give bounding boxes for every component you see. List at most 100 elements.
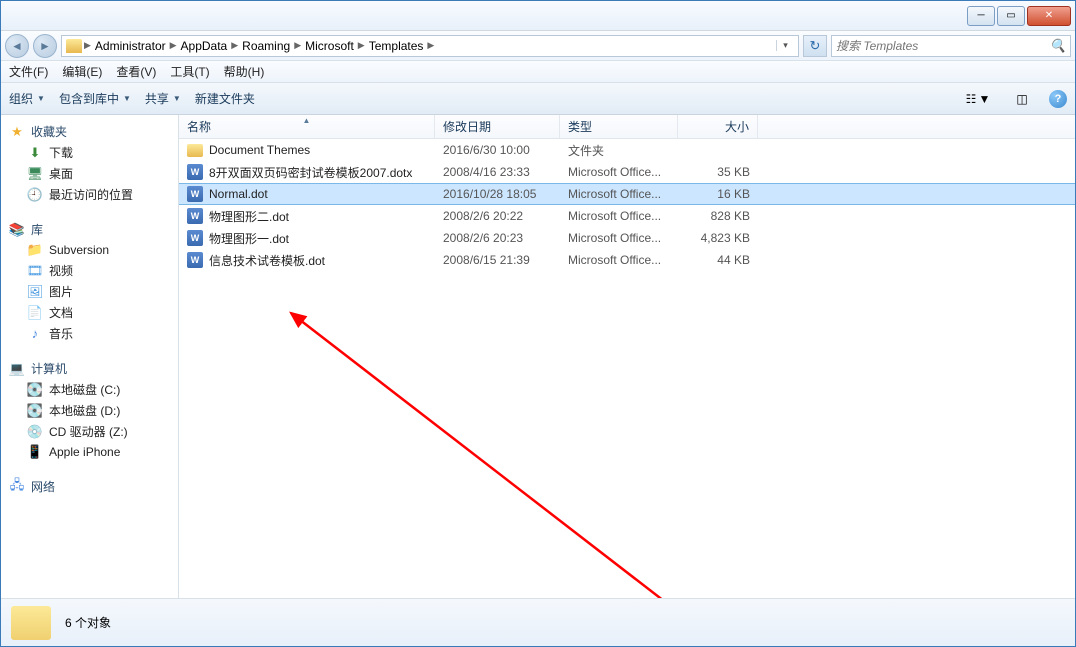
list-view-icon: ☷ — [966, 92, 977, 106]
file-size-cell: 16 KB — [678, 187, 758, 201]
chevron-down-icon: ▼ — [123, 94, 131, 103]
sidebar-network-head[interactable]: 🖧网络 — [5, 476, 174, 497]
search-input[interactable] — [836, 39, 1050, 53]
sidebar-computer: 💻计算机 💽本地磁盘 (C:) 💽本地磁盘 (D:) 💿CD 驱动器 (Z:) … — [5, 358, 174, 462]
sidebar-item-documents[interactable]: 📄文档 — [5, 302, 174, 323]
minimize-button[interactable]: ─ — [967, 6, 995, 26]
search-icon[interactable]: 🔍 — [1050, 38, 1066, 54]
breadcrumb[interactable]: ▶ Administrator ▶ AppData ▶ Roaming ▶ Mi… — [61, 35, 799, 57]
file-size-cell: 828 KB — [678, 209, 758, 223]
breadcrumb-dropdown-icon[interactable]: ▾ — [776, 40, 794, 51]
file-date-cell: 2016/6/30 10:00 — [435, 143, 560, 157]
file-row[interactable]: W信息技术试卷模板.dot2008/6/15 21:39Microsoft Of… — [179, 249, 1075, 271]
maximize-button[interactable]: ▭ — [997, 6, 1025, 26]
status-text: 6 个对象 — [65, 614, 111, 631]
word-document-icon: W — [187, 164, 203, 180]
file-rows: Document Themes2016/6/30 10:00文件夹W8开双面双页… — [179, 139, 1075, 271]
file-row[interactable]: W物理图形一.dot2008/2/6 20:23Microsoft Office… — [179, 227, 1075, 249]
organize-button[interactable]: 组织▼ — [9, 90, 45, 107]
file-date-cell: 2008/2/6 20:22 — [435, 209, 560, 223]
picture-icon: 🖼 — [27, 284, 43, 300]
new-folder-button[interactable]: 新建文件夹 — [195, 90, 255, 107]
menu-help[interactable]: 帮助(H) — [224, 63, 265, 80]
chevron-right-icon[interactable]: ▶ — [170, 40, 177, 51]
library-icon: 📚 — [9, 222, 25, 238]
file-row[interactable]: W物理图形二.dot2008/2/6 20:22Microsoft Office… — [179, 205, 1075, 227]
sidebar-item-disk-c[interactable]: 💽本地磁盘 (C:) — [5, 379, 174, 400]
preview-pane-button[interactable]: ◫ — [1005, 88, 1039, 110]
sidebar-item-videos[interactable]: 🎞视频 — [5, 260, 174, 281]
menu-tools[interactable]: 工具(T) — [170, 63, 209, 80]
disk-icon: 💽 — [27, 382, 43, 398]
file-type-cell: 文件夹 — [560, 142, 678, 159]
chevron-right-icon[interactable]: ▶ — [294, 40, 301, 51]
refresh-button[interactable]: ↻ — [803, 35, 827, 57]
help-button[interactable]: ? — [1049, 90, 1067, 108]
breadcrumb-item[interactable]: Templates — [367, 39, 426, 53]
file-name-cell: W8开双面双页码密封试卷模板2007.dotx — [179, 164, 435, 181]
file-type-cell: Microsoft Office... — [560, 187, 678, 201]
menubar: 文件(F) 编辑(E) 查看(V) 工具(T) 帮助(H) — [1, 61, 1075, 83]
desktop-icon: 🖥 — [27, 166, 43, 182]
folder-icon — [187, 142, 203, 158]
breadcrumb-item[interactable]: AppData — [179, 39, 230, 53]
column-size[interactable]: 大小 — [678, 115, 758, 138]
chevron-right-icon[interactable]: ▶ — [84, 40, 91, 51]
file-name-cell: WNormal.dot — [179, 186, 435, 202]
toolbar: 组织▼ 包含到库中▼ 共享▼ 新建文件夹 ☷▼ ◫ ? — [1, 83, 1075, 115]
column-type[interactable]: 类型 — [560, 115, 678, 138]
file-type-cell: Microsoft Office... — [560, 165, 678, 179]
chevron-right-icon[interactable]: ▶ — [427, 40, 434, 51]
close-button[interactable]: ✕ — [1027, 6, 1071, 26]
column-date[interactable]: 修改日期 — [435, 115, 560, 138]
file-row[interactable]: W8开双面双页码密封试卷模板2007.dotx2008/4/16 23:33Mi… — [179, 161, 1075, 183]
back-button[interactable]: ◄ — [5, 34, 29, 58]
menu-file[interactable]: 文件(F) — [9, 63, 48, 80]
chevron-right-icon[interactable]: ▶ — [358, 40, 365, 51]
chevron-right-icon[interactable]: ▶ — [231, 40, 238, 51]
include-in-library-button[interactable]: 包含到库中▼ — [59, 90, 131, 107]
help-icon: ? — [1055, 93, 1062, 105]
word-document-icon: W — [187, 186, 203, 202]
sort-arrow-icon: ▲ — [303, 116, 311, 125]
breadcrumb-item[interactable]: Administrator — [93, 39, 168, 53]
sidebar-libraries-head[interactable]: 📚库 — [5, 219, 174, 240]
sidebar-item-pictures[interactable]: 🖼图片 — [5, 281, 174, 302]
sidebar-favorites-head[interactable]: ★收藏夹 — [5, 121, 174, 142]
file-list: 名称▲ 修改日期 类型 大小 Document Themes2016/6/30 … — [179, 115, 1075, 598]
navigation-pane: ★收藏夹 ⬇下载 🖥桌面 🕘最近访问的位置 📚库 📁Subversion 🎞视频… — [1, 115, 179, 598]
star-icon: ★ — [9, 124, 25, 140]
view-options-button[interactable]: ☷▼ — [961, 88, 995, 110]
breadcrumb-item[interactable]: Microsoft — [303, 39, 356, 53]
forward-button[interactable]: ► — [33, 34, 57, 58]
cd-icon: 💿 — [27, 424, 43, 440]
sidebar-libraries: 📚库 📁Subversion 🎞视频 🖼图片 📄文档 ♪音乐 — [5, 219, 174, 344]
breadcrumb-item[interactable]: Roaming — [240, 39, 292, 53]
file-size-cell: 4,823 KB — [678, 231, 758, 245]
computer-icon: 💻 — [9, 361, 25, 377]
body-area: ★收藏夹 ⬇下载 🖥桌面 🕘最近访问的位置 📚库 📁Subversion 🎞视频… — [1, 115, 1075, 598]
sidebar-item-music[interactable]: ♪音乐 — [5, 323, 174, 344]
menu-edit[interactable]: 编辑(E) — [62, 63, 102, 80]
preview-pane-icon: ◫ — [1016, 92, 1027, 106]
sidebar-item-cd-drive[interactable]: 💿CD 驱动器 (Z:) — [5, 421, 174, 442]
chevron-down-icon: ▼ — [978, 92, 990, 106]
file-name-cell: Document Themes — [179, 142, 435, 158]
menu-view[interactable]: 查看(V) — [116, 63, 156, 80]
file-type-cell: Microsoft Office... — [560, 209, 678, 223]
sidebar-item-iphone[interactable]: 📱Apple iPhone — [5, 442, 174, 462]
file-row[interactable]: Document Themes2016/6/30 10:00文件夹 — [179, 139, 1075, 161]
window-buttons: ─ ▭ ✕ — [967, 6, 1071, 26]
search-box[interactable]: 🔍 — [831, 35, 1071, 57]
file-row[interactable]: WNormal.dot2016/10/28 18:05Microsoft Off… — [179, 183, 1075, 205]
sidebar-item-recent[interactable]: 🕘最近访问的位置 — [5, 184, 174, 205]
column-name[interactable]: 名称▲ — [179, 115, 435, 138]
sidebar-item-disk-d[interactable]: 💽本地磁盘 (D:) — [5, 400, 174, 421]
recent-icon: 🕘 — [27, 187, 43, 203]
sidebar-item-subversion[interactable]: 📁Subversion — [5, 240, 174, 260]
sidebar-computer-head[interactable]: 💻计算机 — [5, 358, 174, 379]
word-document-icon: W — [187, 230, 203, 246]
share-button[interactable]: 共享▼ — [145, 90, 181, 107]
sidebar-item-downloads[interactable]: ⬇下载 — [5, 142, 174, 163]
sidebar-item-desktop[interactable]: 🖥桌面 — [5, 163, 174, 184]
